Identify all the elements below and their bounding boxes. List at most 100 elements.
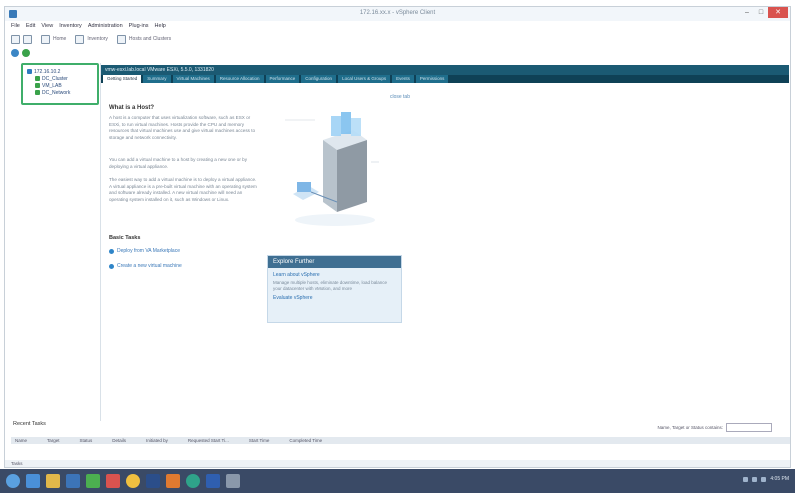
explore-title: Explore Further	[268, 256, 401, 268]
word-icon[interactable]	[206, 474, 220, 488]
app-icon-gray[interactable]	[226, 474, 240, 488]
tree-item-label: DC_Network	[42, 89, 71, 96]
col-requested-start[interactable]: Requested Start Ti...	[188, 437, 229, 444]
folder-icon[interactable]	[46, 474, 60, 488]
app-icon-blue[interactable]	[66, 474, 80, 488]
tree-item[interactable]: DC_Network	[23, 89, 97, 96]
status-bar: Tasks	[5, 460, 790, 467]
network-icon[interactable]	[743, 476, 749, 482]
explore-description: Manage multiple hosts, eliminate downtim…	[273, 280, 388, 291]
tab-events[interactable]: Events	[392, 75, 414, 83]
tab-performance[interactable]: Performance	[265, 75, 300, 83]
task-label: Deploy from VA Marketplace	[117, 248, 180, 254]
back-button[interactable]	[11, 34, 20, 44]
intro-paragraph: You can add a virtual machine to a host …	[109, 157, 247, 169]
menu-help[interactable]: Help	[155, 21, 166, 31]
maximize-button[interactable]: □	[754, 7, 768, 18]
menu-file[interactable]: File	[11, 21, 20, 31]
refresh-icon[interactable]	[11, 49, 19, 57]
tree-item-label: VM_LAB	[42, 82, 62, 89]
task-label: Create a new virtual machine	[117, 263, 182, 269]
vsphere-client-window: 172.16.xx.x - vSphere Client – □ ✕ File …	[4, 6, 791, 468]
filter-input[interactable]	[726, 423, 772, 432]
deploy-va-link[interactable]: Deploy from VA Marketplace	[109, 248, 180, 254]
tab-configuration[interactable]: Configuration	[301, 75, 337, 83]
learn-vsphere-link[interactable]: Learn about vSphere	[268, 268, 401, 278]
chrome-icon[interactable]	[126, 474, 140, 488]
explore-further-panel: Explore Further Learn about vSphere Mana…	[267, 255, 402, 323]
inventory-tree: 172.16.10.2 DC_Cluster VM_LAB DC_Network	[21, 63, 99, 105]
vm-icon	[35, 90, 40, 95]
col-initiated-by[interactable]: Initiated by	[146, 437, 168, 444]
window-title: 172.16.xx.x - vSphere Client	[359, 10, 436, 16]
app-icon-orange[interactable]	[166, 474, 180, 488]
host-header-title: vmw-esxi.lab.local VMware ESXi, 5.5.0, 1…	[105, 67, 214, 73]
start-button[interactable]	[6, 474, 20, 488]
inventory-label[interactable]: Inventory	[87, 36, 108, 42]
tab-local-users[interactable]: Local Users & Groups	[338, 75, 391, 83]
home-icon[interactable]	[41, 34, 50, 44]
col-completed-time[interactable]: Completed Time	[289, 437, 322, 444]
system-tray: 4:05 PM	[743, 476, 789, 482]
tree-item[interactable]: DC_Cluster	[23, 75, 97, 82]
intro-paragraph: The easiest way to add a virtual machine…	[109, 177, 257, 202]
ie-icon[interactable]	[26, 474, 40, 488]
menu-plugins[interactable]: Plug-ins	[129, 21, 149, 31]
tab-resource-allocation[interactable]: Resource Allocation	[215, 75, 264, 83]
menu-bar: File Edit View Inventory Administration …	[5, 21, 790, 31]
create-vm-link[interactable]: Create a new virtual machine	[109, 263, 182, 269]
tree-item-label: DC_Cluster	[42, 75, 68, 82]
menu-administration[interactable]: Administration	[88, 21, 123, 31]
tab-getting-started[interactable]: Getting Started	[103, 75, 142, 83]
tree-item[interactable]: VM_LAB	[23, 82, 97, 89]
host-illustration	[285, 112, 379, 226]
new-vm-icon[interactable]	[22, 49, 30, 57]
toolbar: Home Inventory Hosts and Clusters	[5, 32, 790, 46]
tab-permissions[interactable]: Permissions	[415, 75, 449, 83]
panel-splitter[interactable]	[100, 63, 101, 421]
col-name[interactable]: Name	[15, 437, 27, 444]
filter-label: Name, Target or Status contains:	[657, 425, 723, 430]
home-label[interactable]: Home	[53, 36, 66, 42]
app-icon-navy[interactable]	[146, 474, 160, 488]
app-icon-red[interactable]	[106, 474, 120, 488]
title-bar: 172.16.xx.x - vSphere Client – □ ✕	[5, 7, 790, 21]
menu-view[interactable]: View	[41, 21, 53, 31]
secondary-toolbar	[5, 47, 30, 59]
task-filter: Name, Target or Status contains:	[658, 423, 772, 432]
vm-icon	[35, 83, 40, 88]
minimize-button[interactable]: –	[740, 7, 754, 18]
task-arrow-icon	[109, 263, 114, 269]
basic-tasks-title: Basic Tasks	[109, 235, 141, 241]
windows-taskbar: 4:05 PM	[0, 469, 795, 493]
recent-tasks-panel: Recent Tasks Name, Target or Status cont…	[11, 421, 790, 465]
col-details[interactable]: Details	[112, 437, 126, 444]
close-button[interactable]: ✕	[768, 7, 788, 18]
inventory-icon[interactable]	[75, 34, 85, 44]
menu-edit[interactable]: Edit	[26, 21, 35, 31]
clock[interactable]: 4:05 PM	[770, 476, 789, 482]
app-icon-teal[interactable]	[186, 474, 200, 488]
forward-button[interactable]	[23, 34, 32, 44]
section-title: What is a Host?	[109, 105, 155, 111]
hosts-clusters-icon[interactable]	[116, 34, 126, 44]
app-icon-green[interactable]	[86, 474, 100, 488]
recent-tasks-header: Name Target Status Details Initiated by …	[11, 437, 790, 444]
tab-strip: Getting Started Summary Virtual Machines…	[101, 75, 789, 83]
evaluate-vsphere-link[interactable]: Evaluate vSphere	[268, 291, 401, 301]
hosts-clusters-label[interactable]: Hosts and Clusters	[129, 36, 171, 42]
col-status[interactable]: Status	[80, 437, 93, 444]
col-target[interactable]: Target	[47, 437, 60, 444]
flag-icon[interactable]	[761, 476, 767, 482]
col-start-time[interactable]: Start Time	[249, 437, 270, 444]
volume-icon[interactable]	[752, 476, 758, 482]
tab-virtual-machines[interactable]: Virtual Machines	[172, 75, 214, 83]
intro-paragraph: A host is a computer that uses virtualiz…	[109, 115, 256, 140]
task-arrow-icon	[109, 248, 114, 254]
tasks-button[interactable]: Tasks	[5, 461, 23, 466]
content-header: vmw-esxi.lab.local VMware ESXi, 5.5.0, 1…	[101, 65, 789, 75]
menu-inventory[interactable]: Inventory	[59, 21, 82, 31]
tab-summary[interactable]: Summary	[143, 75, 171, 83]
tree-root-host[interactable]: 172.16.10.2	[23, 68, 97, 75]
close-tab-link[interactable]: close tab	[390, 94, 410, 100]
